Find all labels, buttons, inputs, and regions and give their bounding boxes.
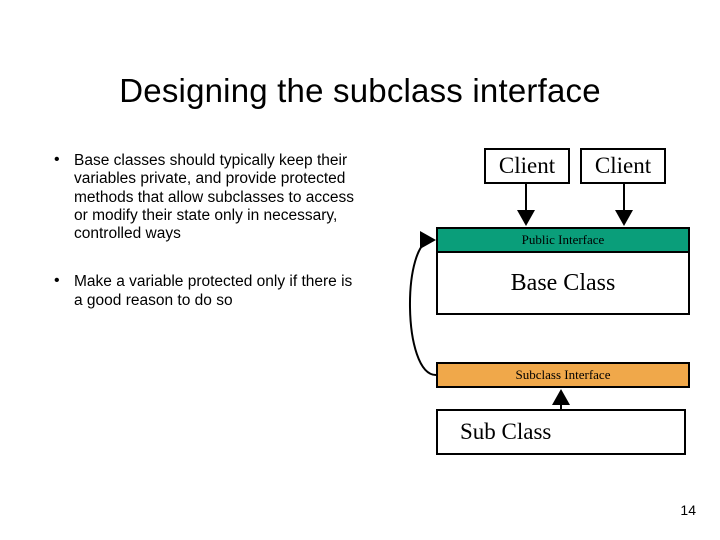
public-interface-bar: Public Interface xyxy=(436,227,690,253)
page-number: 14 xyxy=(680,502,696,518)
bullet-item: Base classes should typically keep their… xyxy=(52,152,362,243)
bullet-list: Base classes should typically keep their… xyxy=(52,152,362,340)
base-class-box: Base Class xyxy=(436,251,690,315)
sub-class-box: Sub Class xyxy=(436,409,686,455)
slide: Designing the subclass interface Base cl… xyxy=(0,0,720,540)
client-box-2: Client xyxy=(580,148,666,184)
subclass-interface-bar: Subclass Interface xyxy=(436,362,690,388)
bullet-item: Make a variable protected only if there … xyxy=(52,273,362,310)
client-box-1: Client xyxy=(484,148,570,184)
slide-title: Designing the subclass interface xyxy=(0,72,720,110)
diagram: Client Client Public Interface Base Clas… xyxy=(408,148,700,483)
